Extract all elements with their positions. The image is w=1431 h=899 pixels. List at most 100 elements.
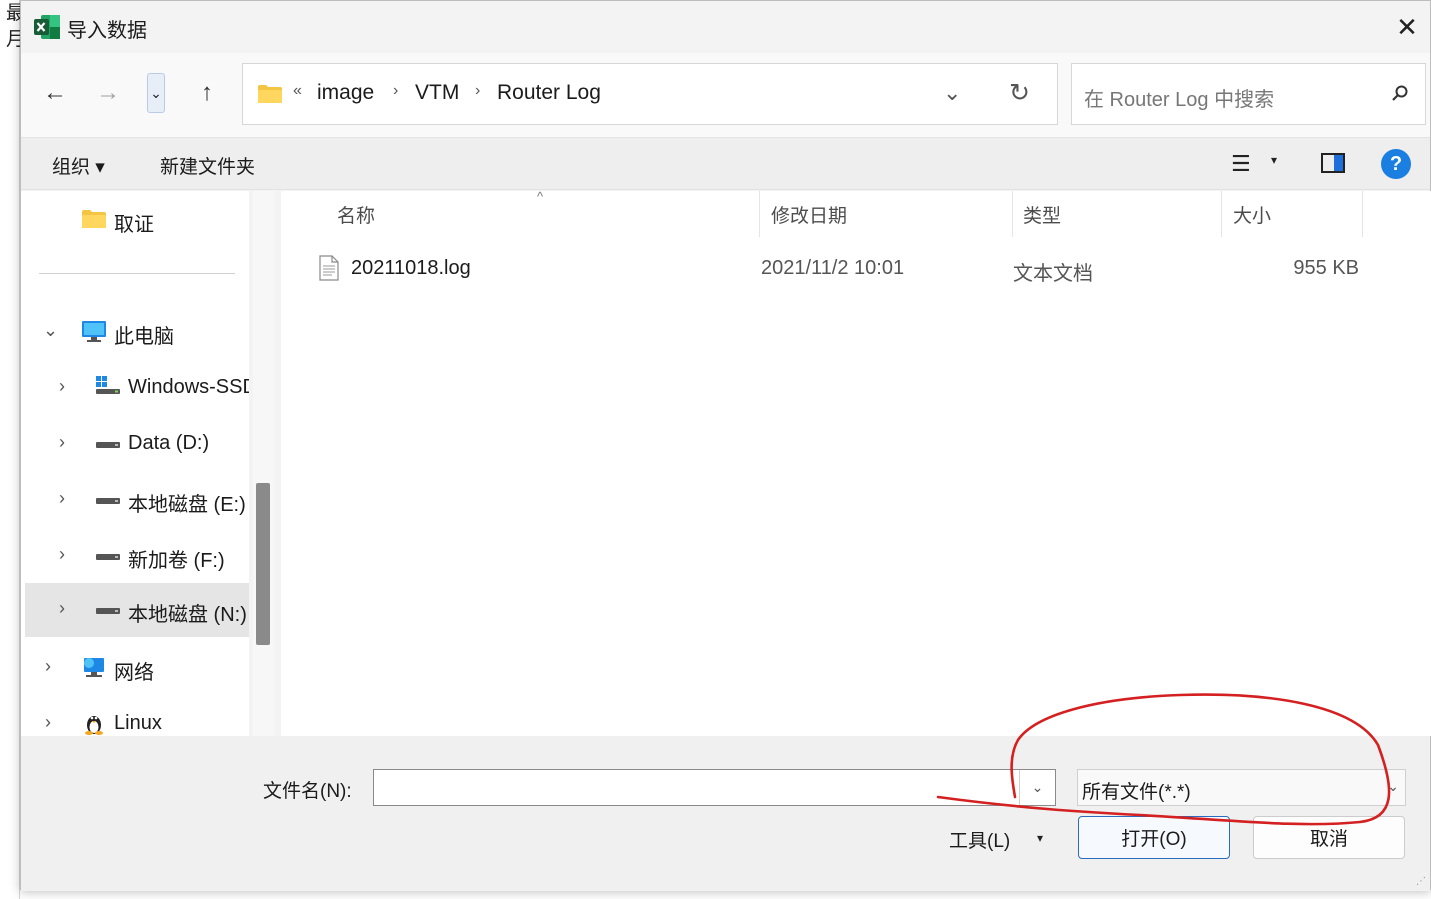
chevron-down-icon: ⌄ (1387, 778, 1399, 794)
chevron-down-icon: ⌄ (1031, 779, 1044, 795)
drive-icon (96, 498, 120, 504)
chevron-right-icon[interactable]: › (45, 656, 51, 677)
tree-item-this-pc[interactable]: ⌄ 此电脑 (21, 305, 249, 359)
command-bar: 组织 ▾ 新建文件夹 ☰ ▾ ? (21, 137, 1430, 190)
breadcrumb-separator[interactable]: › (393, 82, 398, 100)
tree-item-linux[interactable]: › Linux (21, 697, 249, 736)
chevron-right-icon[interactable]: › (59, 488, 65, 509)
tools-dropdown-icon[interactable]: ▾ (1037, 831, 1043, 845)
tools-menu-button[interactable]: 工具(L) (949, 826, 1010, 853)
view-list-icon[interactable]: ☰ (1231, 151, 1251, 177)
back-arrow-icon: ← (43, 79, 67, 106)
title-bar: 导入数据 ✕ (21, 1, 1430, 53)
up-button[interactable]: ↑ (189, 75, 225, 111)
address-dropdown-icon[interactable]: ⌄ (943, 80, 961, 106)
close-button[interactable]: ✕ (1384, 1, 1430, 53)
breadcrumb-vtm[interactable]: VTM (415, 81, 459, 105)
tree-label: 新加卷 (F:) (128, 550, 225, 572)
file-list-pane: ^ 名称 修改日期 类型 大小 20211018.log 2021/11/2 1… (281, 189, 1431, 736)
column-divider[interactable] (1362, 191, 1363, 237)
address-bar[interactable]: « image › VTM › Router Log ⌄ ↻ (242, 63, 1058, 125)
column-header-name[interactable]: 名称 (337, 201, 375, 228)
excel-icon (34, 15, 60, 39)
drive-windows-icon (96, 376, 120, 394)
chevron-right-icon[interactable]: › (45, 712, 51, 733)
tree-label: 网络 (114, 662, 154, 684)
breadcrumb-image[interactable]: image (317, 81, 374, 105)
column-header-size[interactable]: 大小 (1233, 201, 1271, 228)
background-row-header: 最 月 (0, 0, 25, 899)
tree-item-new-volume-f[interactable]: › 新加卷 (F:) (21, 529, 249, 583)
column-header-date[interactable]: 修改日期 (771, 201, 847, 228)
import-data-dialog: 导入数据 ✕ ← → ⌄ ↑ « image › VTM › Router Lo… (20, 0, 1431, 891)
forward-arrow-icon: → (96, 79, 120, 106)
tree-item-windows-ssd[interactable]: › Windows-SSD (21, 361, 249, 415)
refresh-icon[interactable]: ↻ (1009, 78, 1030, 108)
sort-ascending-icon: ^ (537, 189, 544, 204)
tree-label: 此电脑 (114, 326, 174, 348)
file-type-filter-select[interactable]: 所有文件(*.*) ⌄ (1077, 769, 1406, 806)
file-size: 955 KB (1293, 257, 1359, 279)
organize-button[interactable]: 组织 ▾ (52, 152, 105, 179)
navigation-pane: 取证 ⌄ 此电脑 › Windows-SSD › Data (D:) › 本地磁… (21, 191, 249, 736)
text-file-icon (319, 255, 339, 281)
view-dropdown-icon[interactable]: ▾ (1271, 153, 1277, 167)
file-modified-date: 2021/11/2 10:01 (761, 257, 905, 279)
tree-label: Linux (114, 712, 162, 734)
navigation-scrollbar-thumb[interactable] (256, 483, 270, 645)
up-arrow-icon: ↑ (201, 79, 213, 106)
help-icon[interactable]: ? (1381, 149, 1411, 179)
filename-dropdown-button[interactable]: ⌄ (1019, 770, 1055, 805)
dialog-title: 导入数据 (67, 20, 147, 42)
close-icon: ✕ (1396, 11, 1418, 42)
column-header-type[interactable]: 类型 (1023, 201, 1061, 228)
chevron-right-icon[interactable]: › (59, 376, 65, 397)
computer-icon (82, 321, 106, 342)
file-name: 20211018.log (351, 257, 471, 279)
forward-button[interactable]: → (90, 75, 126, 111)
filename-input[interactable]: ⌄ (373, 769, 1056, 806)
chevron-down-icon[interactable]: ⌄ (43, 320, 58, 341)
tree-item-local-n[interactable]: › 本地磁盘 (N:) (25, 583, 249, 637)
search-icon[interactable] (1391, 84, 1409, 102)
chevron-right-icon[interactable]: › (59, 544, 65, 565)
drive-icon (96, 554, 120, 560)
tree-item-network[interactable]: › 网络 (21, 641, 249, 695)
chevron-right-icon[interactable]: › (59, 598, 65, 619)
column-divider[interactable] (1012, 191, 1013, 237)
tree-item-quzheng[interactable]: 取证 (21, 193, 249, 247)
tree-label: 本地磁盘 (N:) (128, 604, 247, 626)
open-button[interactable]: 打开(O) (1078, 816, 1230, 859)
file-type-filter-value: 所有文件(*.*) (1082, 782, 1191, 803)
resize-grip-icon[interactable]: ⋰ (1416, 876, 1426, 887)
breadcrumb-router-log[interactable]: Router Log (497, 81, 601, 105)
chevron-right-icon[interactable]: › (59, 432, 65, 453)
folder-icon (258, 85, 282, 103)
cancel-button[interactable]: 取消 (1253, 816, 1405, 859)
dialog-footer: 文件名(N): ⌄ 所有文件(*.*) ⌄ 工具(L) ▾ 打开(O) 取消 ⋰ (21, 736, 1430, 891)
column-divider[interactable] (1221, 191, 1222, 237)
tree-label: 本地磁盘 (E:) (128, 494, 246, 516)
recent-locations-button[interactable]: ⌄ (147, 73, 165, 113)
new-folder-button[interactable]: 新建文件夹 (160, 152, 255, 179)
search-box[interactable]: 在 Router Log 中搜索 (1071, 63, 1426, 125)
breadcrumb-separator[interactable]: › (475, 82, 480, 100)
file-row[interactable]: 20211018.log 2021/11/2 10:01 文本文档 955 KB (311, 247, 1371, 289)
file-type: 文本文档 (1013, 263, 1093, 285)
preview-pane-icon[interactable] (1321, 153, 1345, 173)
linux-icon (85, 716, 103, 735)
search-placeholder: 在 Router Log 中搜索 (1084, 89, 1275, 111)
tree-label: Windows-SSD (128, 376, 249, 398)
tree-item-data-d[interactable]: › Data (D:) (21, 417, 249, 471)
overflow-chevron-icon[interactable]: « (293, 82, 302, 100)
column-divider[interactable] (759, 191, 760, 237)
navigation-scrollbar-track[interactable] (253, 191, 275, 736)
tree-divider (39, 273, 235, 274)
tree-label: Data (D:) (128, 432, 210, 454)
drive-icon (96, 442, 120, 448)
network-icon (84, 658, 104, 677)
navigation-bar: ← → ⌄ ↑ « image › VTM › Router Log ⌄ ↻ 在… (21, 53, 1430, 137)
tree-item-local-e[interactable]: › 本地磁盘 (E:) (21, 473, 249, 527)
drive-icon (96, 608, 120, 614)
back-button[interactable]: ← (37, 75, 73, 111)
